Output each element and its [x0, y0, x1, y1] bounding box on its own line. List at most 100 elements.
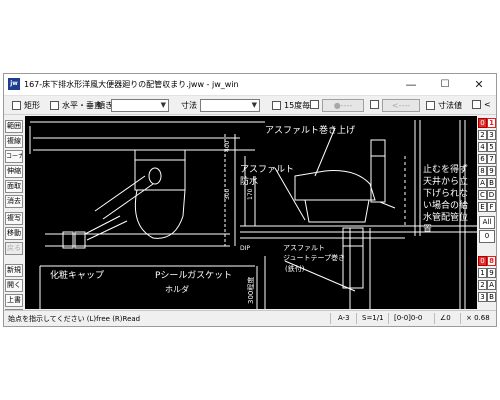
label-asphalt-waterproof-1: アスファルト [240, 165, 294, 175]
layer-panel: 0 1 2 3 4 5 6 7 8 9 A B C D E F All 0 0 … [478, 116, 496, 309]
tool-undo-button[interactable]: 戻る [5, 242, 23, 255]
tool-copy-button[interactable]: 複写 [5, 212, 23, 225]
layer-group-top-selected[interactable]: 0 [478, 118, 487, 128]
dimension-value-label: 寸法値 [438, 101, 462, 110]
label-joint-tape-3: (鉄付) [285, 264, 305, 273]
less-than-checkbox[interactable]: < [472, 100, 491, 109]
layer-top-b[interactable]: B [487, 178, 496, 188]
label-dip: DIP [240, 245, 250, 252]
checkbox-box[interactable] [310, 100, 319, 109]
label-note-2: 天井から立 [423, 175, 468, 187]
title-bar: jw 167-床下排水形洋風大便器廻りの配管収まり.jww - jw_win —… [4, 74, 496, 96]
label-p-seal: Pシールガスケット [155, 270, 232, 281]
status-angle[interactable]: ∠0 [440, 314, 451, 322]
tool-chamfer-button[interactable]: 面取 [5, 180, 23, 193]
rect-checkbox[interactable]: 矩形 [12, 100, 40, 111]
status-layer[interactable]: [0-0]0-0 [394, 314, 422, 322]
dimension-label: 寸法 [181, 100, 197, 111]
label-note-3: 下げられな [423, 188, 468, 199]
status-paper[interactable]: A-3 [338, 314, 350, 322]
checkbox-box[interactable] [50, 101, 59, 110]
status-separator [330, 313, 331, 324]
maximize-button[interactable]: ☐ [428, 74, 462, 95]
deg15-checkbox[interactable]: 15度毎 [272, 100, 310, 111]
dimension-value-checkbox[interactable]: 寸法値 [426, 100, 462, 111]
label-asphalt-waterproof-2: 防水 [240, 175, 258, 187]
status-message: 始点を指示してください (L)free (R)Read [8, 315, 141, 323]
tool-erase-button[interactable]: 消去 [5, 195, 23, 208]
label-dim-400: 400 [224, 140, 231, 152]
arrow-line-button[interactable]: <---- [382, 99, 420, 112]
layer-bottom-9[interactable]: 9 [487, 268, 496, 278]
checkbox-box[interactable] [426, 101, 435, 110]
file-new-button[interactable]: 新規 [5, 264, 23, 277]
less-than-label: < [484, 100, 491, 109]
layer-all-value[interactable]: 0 [479, 230, 495, 243]
checkbox-box[interactable] [370, 100, 379, 109]
label-dim-300b: 300程度 [246, 277, 255, 304]
label-joint-tape-2: ジュートテープ巻き [283, 253, 345, 262]
checkbox-box[interactable] [12, 101, 21, 110]
tool-move-button[interactable]: 移動 [5, 227, 23, 240]
layer-top-2[interactable]: 2 [478, 130, 487, 140]
chevron-down-icon[interactable]: ▼ [252, 101, 257, 109]
tool-range-button[interactable]: 範囲 [5, 120, 23, 133]
label-p-seal-sub: ホルダ [165, 284, 189, 294]
minimize-button[interactable]: — [394, 74, 428, 95]
file-open-button[interactable]: 開く [5, 279, 23, 292]
layer-top-3[interactable]: 3 [487, 130, 496, 140]
chevron-down-icon[interactable]: ▼ [161, 101, 166, 109]
layer-top-f[interactable]: F [487, 202, 496, 212]
layer-top-a[interactable]: A [478, 178, 487, 188]
layer-bottom-8[interactable]: 8 [487, 256, 496, 266]
layer-top-1[interactable]: 1 [487, 118, 496, 128]
status-scale[interactable]: S=1/1 [362, 314, 384, 322]
dimension-combo[interactable]: ▼ [200, 99, 260, 112]
dimension-text: 寸法 [181, 101, 197, 110]
layer-bottom-a[interactable]: A [487, 280, 496, 290]
layer-top-6[interactable]: 6 [478, 154, 487, 164]
status-zoom[interactable]: × 0.68 [466, 314, 490, 322]
layer-bottom-2[interactable]: 2 [478, 280, 487, 290]
layer-top-5[interactable]: 5 [487, 142, 496, 152]
label-asphalt-roll-up: アスファルト巻き上げ [265, 124, 355, 136]
dot-checkbox[interactable] [310, 100, 322, 109]
label-joint-tape-1: アスファルト [283, 244, 325, 252]
dot-line-button[interactable]: ●---- [322, 99, 364, 112]
layer-top-d[interactable]: D [487, 190, 496, 200]
file-overwrite-button[interactable]: 上書 [5, 294, 23, 307]
layer-top-7[interactable]: 7 [487, 154, 496, 164]
tool-parallel-button[interactable]: 複線 [5, 135, 23, 148]
layer-bottom-1[interactable]: 1 [478, 268, 487, 278]
layer-bottom-b[interactable]: B [487, 292, 496, 302]
checkbox-box[interactable] [272, 101, 281, 110]
status-separator [434, 313, 435, 324]
layer-top-4[interactable]: 4 [478, 142, 487, 152]
layer-group-bottom-selected[interactable]: 0 [478, 256, 487, 266]
layer-top-9[interactable]: 9 [487, 166, 496, 176]
status-separator [356, 313, 357, 324]
checkbox-box[interactable] [472, 100, 481, 109]
label-dim-170: 170 [247, 188, 254, 200]
layer-top-c[interactable]: C [478, 190, 487, 200]
drawing-canvas[interactable]: アスファルト巻き上げ アスファルト 防水 止むを得ず 天井から立 下げられな い… [25, 116, 477, 309]
layer-top-8[interactable]: 8 [478, 166, 487, 176]
slope-combo[interactable]: ▼ [111, 99, 169, 112]
layer-all-button[interactable]: All [479, 216, 495, 229]
deg15-label: 15度毎 [284, 101, 311, 110]
label-dim-300: 300 [224, 188, 231, 200]
app-window: jw 167-床下排水形洋風大便器廻りの配管収まり.jww - jw_win —… [3, 73, 497, 327]
tool-stretch-button[interactable]: 伸縮 [5, 165, 23, 178]
status-separator [388, 313, 389, 324]
label-note-4: い場合の給 [423, 199, 468, 211]
rect-label: 矩形 [24, 101, 40, 110]
layer-bottom-3[interactable]: 3 [478, 292, 487, 302]
layer-top-e[interactable]: E [478, 202, 487, 212]
label-note-5: 水管配管位 [423, 211, 468, 223]
horiz-vert-checkbox[interactable]: 水平・垂直 [50, 100, 102, 111]
window-title: 167-床下排水形洋風大便器廻りの配管収まり.jww - jw_win [24, 80, 239, 89]
tool-corner-button[interactable]: コーナー [5, 150, 23, 163]
status-bar: 始点を指示してください (L)free (R)Read A-3 S=1/1 [0… [4, 310, 496, 326]
close-button[interactable]: ✕ [462, 74, 496, 95]
arrow-checkbox[interactable] [370, 100, 382, 109]
